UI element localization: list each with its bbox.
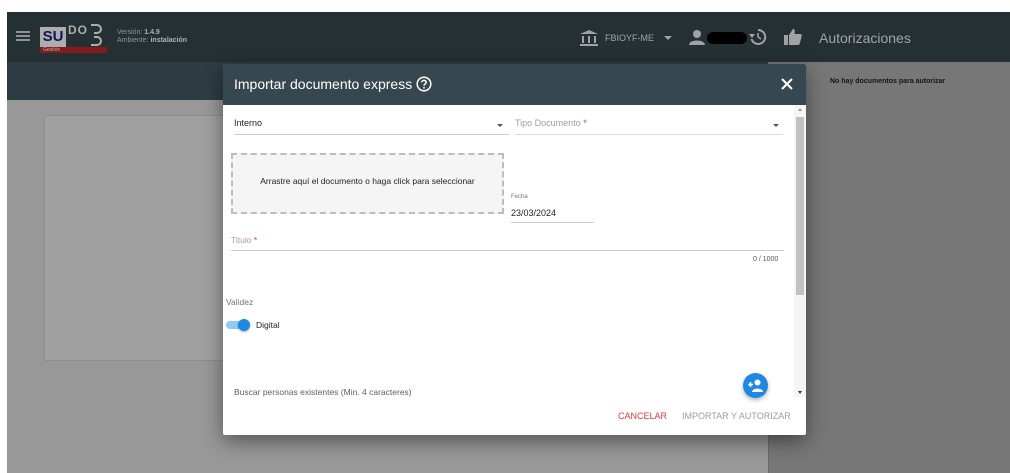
add-person-button[interactable] [743, 373, 768, 398]
dropzone-text: Arrastre aquí el documento o haga click … [260, 176, 475, 186]
scroll-down-arrow-icon[interactable] [798, 391, 802, 394]
help-icon[interactable] [416, 76, 432, 92]
required-mark: * [253, 235, 258, 245]
scroll-up-arrow-icon[interactable] [798, 108, 802, 111]
scroll-thumb[interactable] [796, 117, 804, 295]
dialog-body: Interno Tipo Documento * Arrastre aquí e… [223, 105, 806, 435]
chevron-down-icon [773, 124, 779, 127]
digital-toggle-label: Digital [256, 320, 280, 330]
dialog-scrollbar[interactable] [794, 105, 806, 397]
title-label: Titulo [231, 235, 252, 245]
validity-label: Validez [226, 297, 254, 307]
origin-select[interactable]: Interno [234, 115, 509, 135]
document-type-label: Tipo Documento [515, 118, 581, 128]
digital-toggle[interactable] [226, 319, 252, 331]
file-dropzone[interactable]: Arrastre aquí el documento o haga click … [231, 153, 504, 214]
toggle-knob [238, 319, 250, 331]
chevron-down-icon [497, 124, 503, 127]
title-char-counter: 0 / 1000 [753, 256, 779, 263]
origin-select-value: Interno [234, 118, 263, 128]
add-person-icon [748, 379, 763, 392]
person-search-input[interactable]: Buscar personas existentes (Min. 4 carac… [234, 387, 412, 397]
import-document-dialog: Importar documento express Interno Tipo … [223, 64, 806, 435]
dialog-title: Importar documento express [234, 76, 413, 92]
close-icon[interactable] [780, 77, 794, 91]
import-and-authorize-button[interactable]: IMPORTAR Y AUTORIZAR [682, 411, 791, 421]
date-field[interactable]: 23/03/2024 [511, 208, 594, 223]
date-label: Fecha [511, 194, 528, 200]
dialog-actions: CANCELAR IMPORTAR Y AUTORIZAR [223, 397, 806, 435]
title-placeholder: Titulo * [231, 235, 257, 245]
document-type-select[interactable]: Tipo Documento * [515, 115, 783, 135]
dialog-header: Importar documento express [223, 64, 806, 105]
required-mark: * [583, 118, 587, 128]
document-type-placeholder: Tipo Documento * [515, 118, 587, 128]
title-input[interactable]: Titulo * [231, 233, 784, 251]
cancel-button[interactable]: CANCELAR [618, 411, 667, 421]
